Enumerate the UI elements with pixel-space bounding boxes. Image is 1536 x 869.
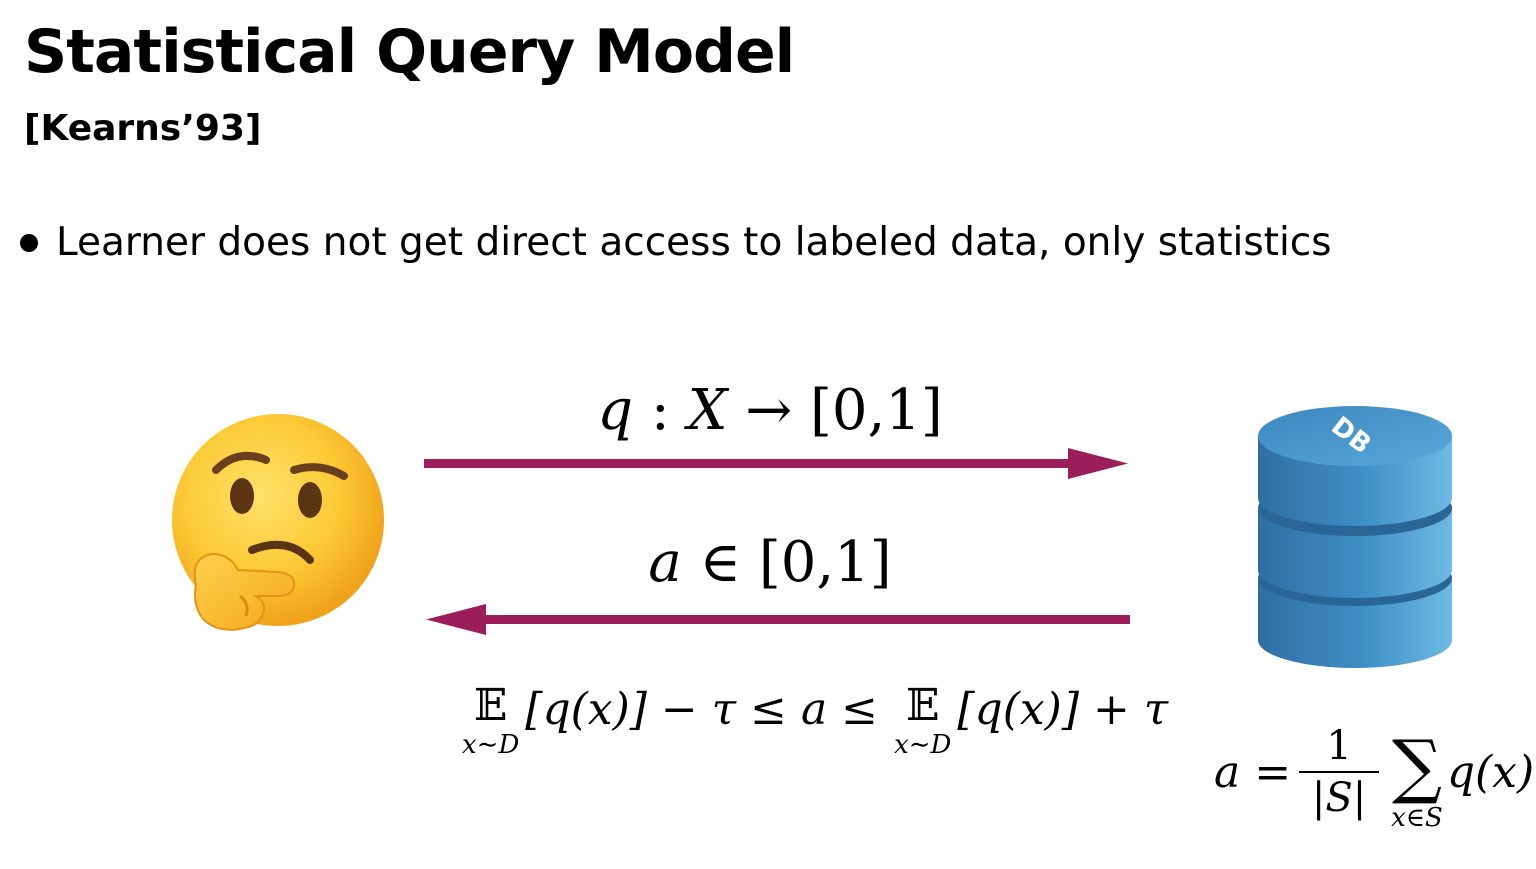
expectation-subscript: x∼D [894, 730, 952, 760]
expectation-symbol: 𝔼 [905, 680, 940, 731]
domain-symbol: X [687, 378, 728, 443]
answer-arrow [426, 604, 1130, 635]
average-lhs: a = [1214, 746, 1292, 798]
database-icon: DB [1250, 400, 1460, 679]
query-range: [0,1] [809, 378, 943, 443]
summation-term: q(x) [1446, 746, 1535, 798]
maps-to-arrow: → [727, 378, 810, 443]
citation: [Kearns’93] [24, 108, 262, 149]
summation-subscript: x∈S [1391, 803, 1443, 834]
slide-title: Statistical Query Model [24, 17, 795, 87]
fraction-numerator: 1 [1326, 723, 1352, 769]
element-of-sign: ∈ [681, 530, 759, 595]
lower-bound-expression: [q(x)] − τ ≤ a ≤ [525, 684, 879, 735]
fraction-bar [1299, 771, 1380, 773]
query-expression: q : X → [0,1] [560, 378, 980, 443]
upper-bound-expression: [q(x)] + τ [957, 684, 1169, 735]
thinking-face-icon [160, 408, 390, 648]
query-symbol: q [597, 378, 634, 443]
summation-operator: ∑ x∈S [1391, 724, 1443, 834]
expectation-symbol: 𝔼 [473, 680, 508, 731]
expectation-operator-left: 𝔼 x∼D [462, 680, 520, 760]
query-arrow [424, 448, 1128, 479]
empirical-average-formula: a = 1 |S| ∑ x∈S q(x) [1214, 702, 1534, 842]
answer-symbol: a [648, 530, 682, 595]
fraction-denominator: |S| [1311, 775, 1367, 821]
bullet-text: Learner does not get direct access to la… [56, 220, 1332, 265]
query-colon: : [633, 378, 688, 443]
fraction: 1 |S| [1299, 723, 1380, 821]
answer-expression: a ∈ [0,1] [560, 530, 980, 595]
expectation-subscript: x∼D [462, 730, 520, 760]
expectation-operator-right: 𝔼 x∼D [894, 680, 952, 760]
summation-sign: ∑ [1391, 724, 1442, 807]
answer-range: [0,1] [758, 530, 892, 595]
bullet-dot-icon [20, 234, 38, 253]
bullet-item: Learner does not get direct access to la… [20, 220, 1332, 267]
tolerance-inequality: 𝔼 x∼D [q(x)] − τ ≤ a ≤ 𝔼 x∼D [q(x)] + τ [456, 680, 1168, 774]
